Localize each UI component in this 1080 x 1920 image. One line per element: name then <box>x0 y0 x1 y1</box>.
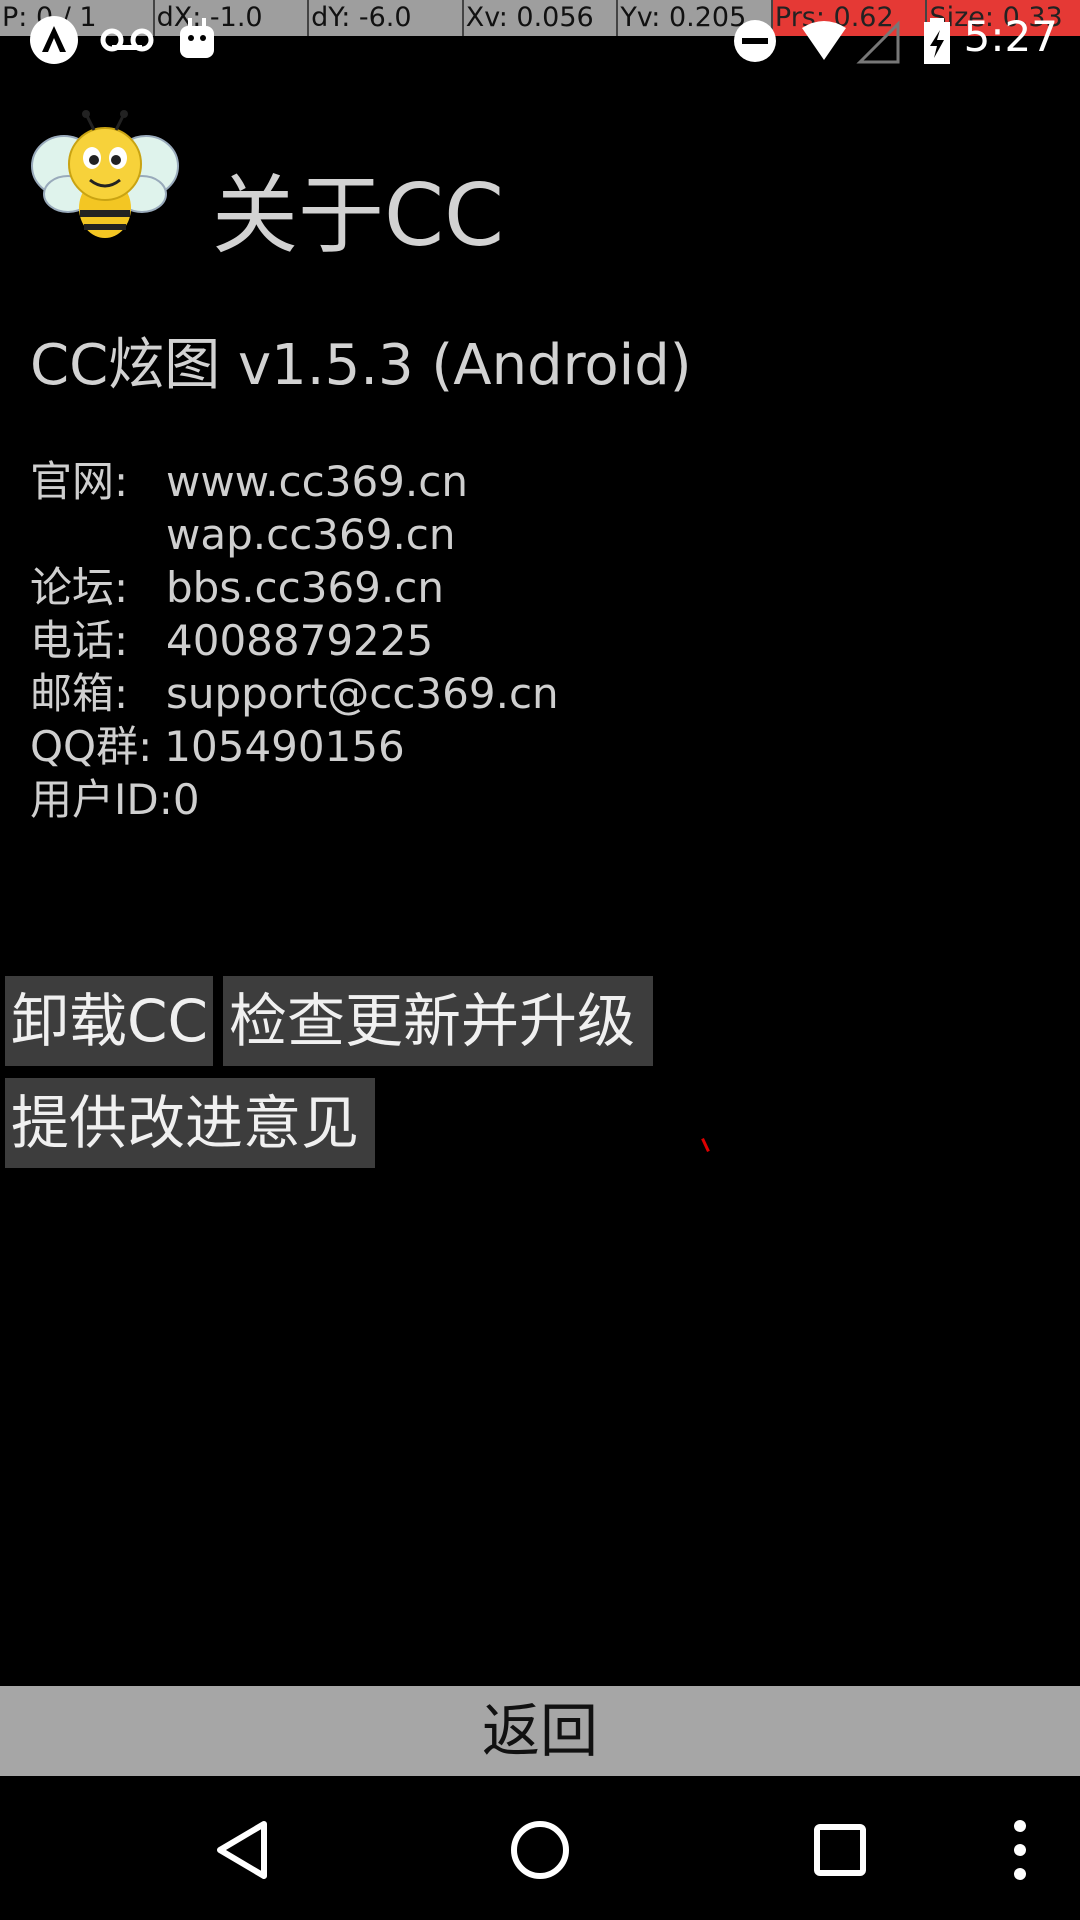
overflow-menu-icon[interactable] <box>1008 1818 1032 1882</box>
app-notification-icon <box>30 16 78 64</box>
wap-row: wap.cc369.cn <box>30 508 559 561</box>
feedback-button[interactable]: 提供改进意见 <box>5 1078 375 1168</box>
email-label: 邮箱: <box>30 669 129 718</box>
website-row: 官网: www.cc369.cn <box>30 455 559 508</box>
qq-label: QQ群: <box>30 722 153 771</box>
bee-logo <box>31 110 179 238</box>
status-bar: 5:27 <box>0 6 1080 66</box>
voicemail-icon <box>100 28 154 52</box>
do-not-disturb-icon <box>734 20 776 62</box>
userid-row: 用户ID:0 <box>30 773 559 826</box>
uninstall-button[interactable]: 卸载CC <box>5 976 213 1066</box>
status-time: 5:27 <box>963 12 1058 61</box>
phone-value: 4008879225 <box>166 616 434 665</box>
qq-row: QQ群: 105490156 <box>30 720 559 773</box>
no-signal-icon <box>856 20 900 64</box>
forum-label: 论坛: <box>30 563 129 612</box>
userid-text: 用户ID:0 <box>30 775 200 824</box>
forum-row: 论坛: bbs.cc369.cn <box>30 561 559 614</box>
recents-icon[interactable] <box>814 1824 866 1876</box>
phone-label: 电话: <box>30 616 129 665</box>
page-title: 关于CC <box>212 166 505 266</box>
about-screen: P: 0 / 1 dX: -1.0 dY: -6.0 Xv: 0.056 Yv:… <box>0 0 1080 1920</box>
android-icon <box>180 18 214 58</box>
email-row: 邮箱: support@cc369.cn <box>30 667 559 720</box>
touch-trace-mark <box>701 1138 710 1152</box>
battery-charging-icon <box>924 18 950 64</box>
wifi-icon <box>802 21 846 60</box>
contact-info: 官网: www.cc369.cn wap.cc369.cn 论坛: bbs.cc36… <box>30 455 559 826</box>
app-version: CC炫图 v1.5.3 (Android) <box>30 333 692 398</box>
email-value: support@cc369.cn <box>166 669 559 718</box>
qq-value: 105490156 <box>164 722 405 771</box>
back-icon[interactable] <box>214 1820 270 1880</box>
check-update-button[interactable]: 检查更新并升级 <box>223 976 653 1066</box>
back-button[interactable]: 返回 <box>0 1686 1080 1776</box>
forum-value: bbs.cc369.cn <box>166 563 444 612</box>
phone-row: 电话: 4008879225 <box>30 614 559 667</box>
navigation-bar <box>0 1776 1080 1920</box>
website-label: 官网: <box>30 457 129 506</box>
wap-value: wap.cc369.cn <box>166 510 456 559</box>
home-icon[interactable] <box>510 1820 570 1880</box>
website-value: www.cc369.cn <box>166 457 468 506</box>
